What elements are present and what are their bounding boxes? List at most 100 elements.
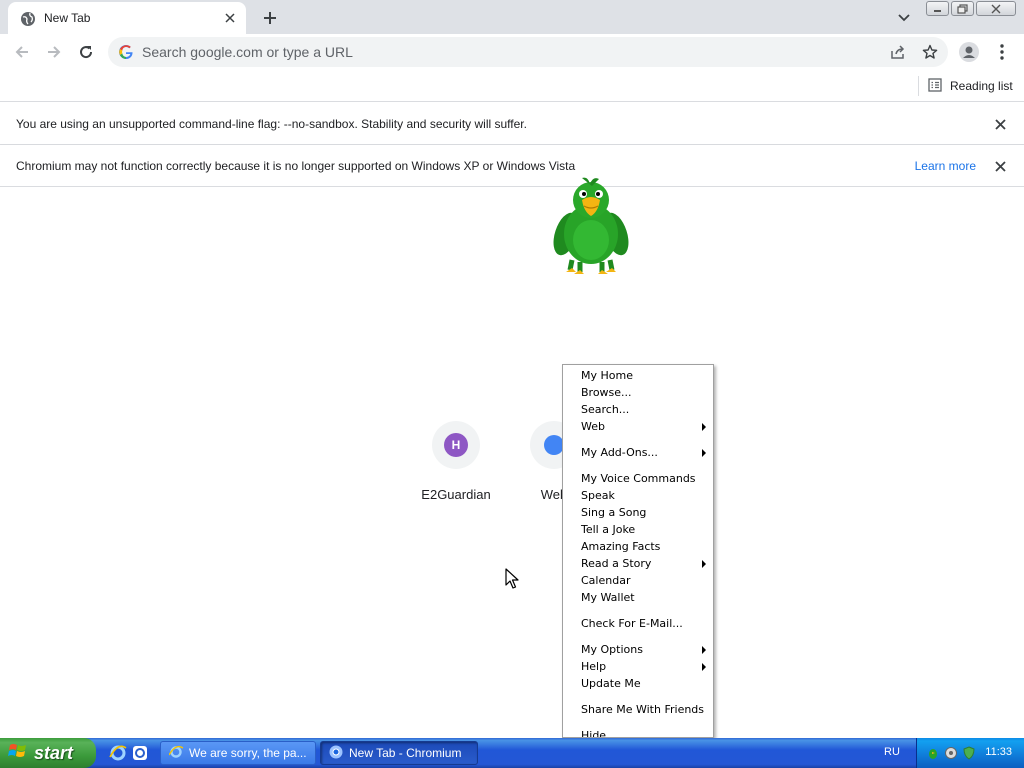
menu-item-tell-a-joke[interactable]: Tell a Joke xyxy=(563,521,713,538)
reading-list-icon xyxy=(928,77,942,95)
menu-separator xyxy=(566,696,710,697)
infobar-no-sandbox: You are using an unsupported command-lin… xyxy=(0,103,1024,145)
menu-separator xyxy=(566,439,710,440)
menu-item-label: Speak xyxy=(581,489,615,502)
mouse-cursor-icon xyxy=(505,568,519,590)
tab-search-chevron-icon[interactable] xyxy=(892,6,916,30)
profile-icon[interactable] xyxy=(955,38,983,66)
menu-separator xyxy=(566,636,710,637)
menu-item-label: My Voice Commands xyxy=(581,472,696,485)
infobar-close-icon[interactable] xyxy=(992,158,1008,174)
forward-arrow-icon[interactable] xyxy=(40,38,68,66)
language-indicator[interactable]: RU xyxy=(884,746,900,758)
infobar-unsupported-os: Chromium may not function correctly beca… xyxy=(0,145,1024,187)
menu-item-label: Browse... xyxy=(581,386,632,399)
globe-icon xyxy=(20,11,36,27)
menu-item-my-options[interactable]: My Options xyxy=(563,641,713,658)
menu-item-hide[interactable]: Hide xyxy=(563,727,713,738)
submenu-arrow-icon xyxy=(702,449,706,457)
menu-item-label: Amazing Facts xyxy=(581,540,661,553)
bookmarks-bar: Reading list xyxy=(0,70,1024,102)
menu-item-label: My Home xyxy=(581,369,633,382)
menu-item-label: Search... xyxy=(581,403,630,416)
ie-icon xyxy=(168,745,184,762)
menu-separator xyxy=(566,465,710,466)
menu-item-calendar[interactable]: Calendar xyxy=(563,572,713,589)
new-tab-button[interactable] xyxy=(256,4,284,32)
minimize-button[interactable] xyxy=(926,1,949,16)
omnibox[interactable] xyxy=(108,37,948,67)
reading-list-button[interactable]: Reading list xyxy=(928,76,1013,96)
shortcut-tile[interactable]: H E2Guardian xyxy=(400,421,512,502)
share-icon[interactable] xyxy=(886,40,910,64)
shortcut-label: E2Guardian xyxy=(421,487,491,502)
menu-item-check-for-e-mail[interactable]: Check For E-Mail... xyxy=(563,615,713,632)
restore-button[interactable] xyxy=(951,1,974,16)
menu-item-web[interactable]: Web xyxy=(563,418,713,435)
menu-item-my-wallet[interactable]: My Wallet xyxy=(563,589,713,606)
parrot-tray-icon[interactable] xyxy=(925,745,941,761)
start-button[interactable]: start xyxy=(0,738,96,768)
menu-item-label: Read a Story xyxy=(581,557,652,570)
menu-item-label: Web xyxy=(581,420,605,433)
menu-item-search[interactable]: Search... xyxy=(563,401,713,418)
outlook-quicklaunch-icon[interactable] xyxy=(130,743,150,763)
toolbar xyxy=(0,34,1024,70)
star-icon[interactable] xyxy=(918,40,942,64)
menu-item-label: My Options xyxy=(581,643,643,656)
start-label: start xyxy=(34,742,74,763)
menu-item-my-voice-commands[interactable]: My Voice Commands xyxy=(563,470,713,487)
menu-item-label: Calendar xyxy=(581,574,631,587)
submenu-arrow-icon xyxy=(702,560,706,568)
network-tray-icon[interactable] xyxy=(943,745,959,761)
menu-item-read-a-story[interactable]: Read a Story xyxy=(563,555,713,572)
parrot-context-menu: My Home Browse... Search... Web My Add-Ons..… xyxy=(562,364,714,738)
tab-close-icon[interactable] xyxy=(220,8,240,28)
tab-title: New Tab xyxy=(44,11,91,25)
reload-icon[interactable] xyxy=(72,38,100,66)
tab-strip: New Tab xyxy=(0,0,1024,34)
window-controls xyxy=(926,1,1016,16)
taskbar-item-chromium[interactable]: New Tab - Chromium xyxy=(320,741,478,765)
ie-quicklaunch-icon[interactable] xyxy=(108,743,128,763)
back-arrow-icon[interactable] xyxy=(8,38,36,66)
bookmarks-separator xyxy=(918,76,919,96)
menu-item-sing-a-song[interactable]: Sing a Song xyxy=(563,504,713,521)
reading-list-label: Reading list xyxy=(950,79,1013,93)
close-window-button[interactable] xyxy=(976,1,1016,16)
taskbar: start We are sorry, the pa... New Tab - … xyxy=(0,738,1024,768)
menu-item-speak[interactable]: Speak xyxy=(563,487,713,504)
menu-item-label: My Wallet xyxy=(581,591,635,604)
menu-item-label: Hide xyxy=(581,729,607,738)
menu-item-amazing-facts[interactable]: Amazing Facts xyxy=(563,538,713,555)
learn-more-link[interactable]: Learn more xyxy=(915,159,976,173)
infobar-close-icon[interactable] xyxy=(992,116,1008,132)
shortcut-icon-circle: H xyxy=(432,421,480,469)
submenu-arrow-icon xyxy=(702,423,706,431)
clock: 11:33 xyxy=(985,746,1012,758)
taskbar-item-ie-window[interactable]: We are sorry, the pa... xyxy=(160,741,316,765)
taskbar-item-label: New Tab - Chromium xyxy=(349,746,462,760)
new-tab-page: H E2Guardian Web xyxy=(0,187,1024,738)
google-icon xyxy=(118,44,134,60)
menu-item-my-add-ons[interactable]: My Add-Ons... xyxy=(563,444,713,461)
submenu-arrow-icon xyxy=(702,663,706,671)
tab-new-tab[interactable]: New Tab xyxy=(8,2,246,34)
kebab-menu-icon[interactable] xyxy=(988,38,1016,66)
submenu-arrow-icon xyxy=(702,646,706,654)
parrot-assistant[interactable] xyxy=(552,176,630,280)
menu-item-browse[interactable]: Browse... xyxy=(563,384,713,401)
menu-item-update-me[interactable]: Update Me xyxy=(563,675,713,692)
menu-item-label: Check For E-Mail... xyxy=(581,617,683,630)
security-tray-icon[interactable] xyxy=(961,745,977,761)
menu-item-my-home[interactable]: My Home xyxy=(563,367,713,384)
windows-flag-icon xyxy=(8,742,28,765)
menu-item-help[interactable]: Help xyxy=(563,658,713,675)
menu-item-share-me-with-friends[interactable]: Share Me With Friends xyxy=(563,701,713,718)
infobar-message: You are using an unsupported command-lin… xyxy=(16,117,527,131)
menu-item-label: Tell a Joke xyxy=(581,523,636,536)
omnibox-input[interactable] xyxy=(142,37,862,67)
taskbar-item-label: We are sorry, the pa... xyxy=(189,746,307,760)
menu-item-label: Share Me With Friends xyxy=(581,703,705,716)
menu-item-label: Update Me xyxy=(581,677,641,690)
